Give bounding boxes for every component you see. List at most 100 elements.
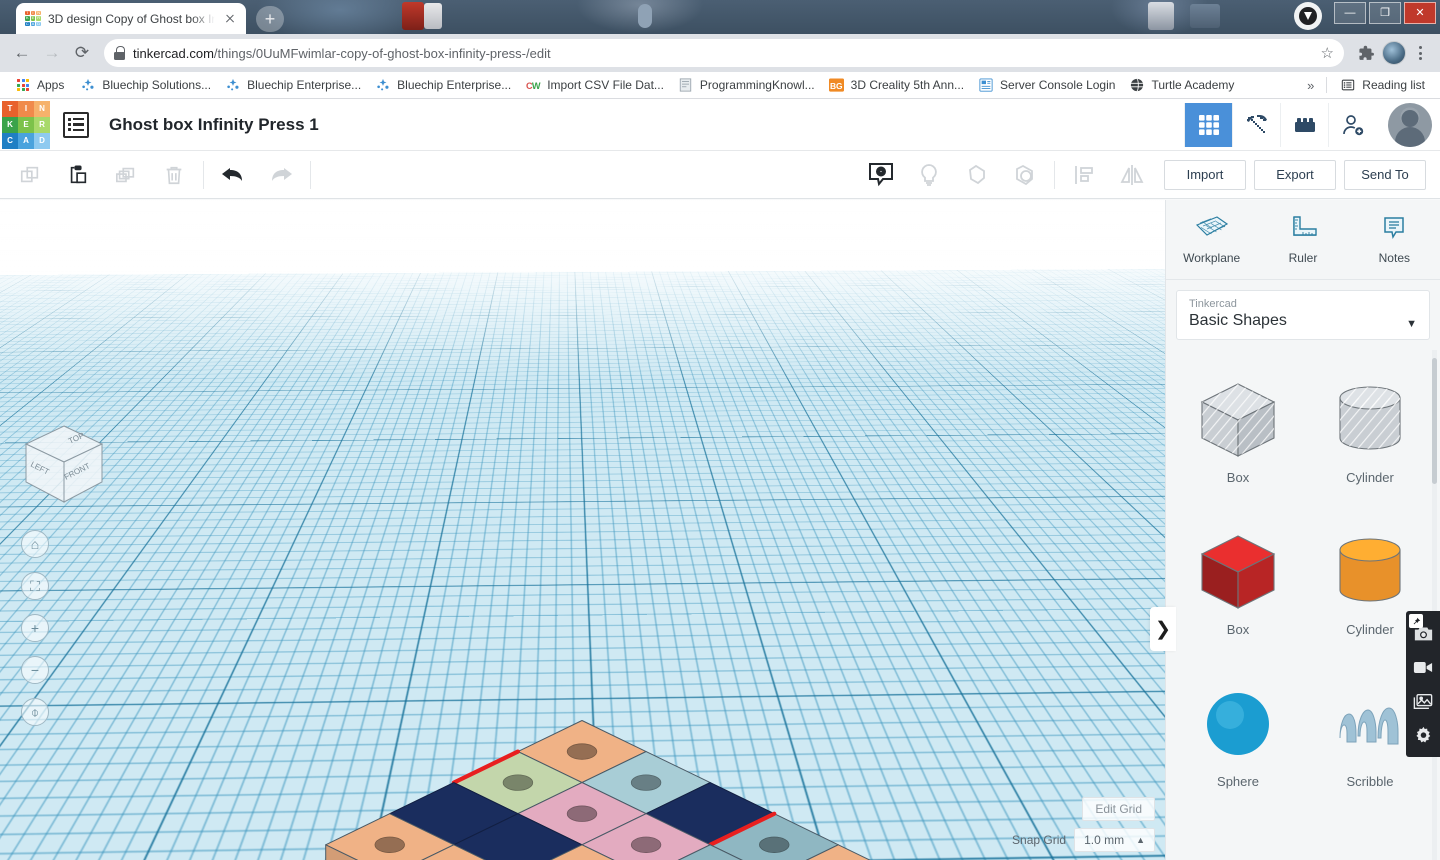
sparkle-icon — [80, 77, 96, 93]
desktop-bleed-2 — [424, 3, 442, 29]
tab-title: 3D design Copy of Ghost box Inf — [48, 11, 215, 26]
paste-icon[interactable] — [54, 155, 102, 195]
bookmark-item[interactable]: ProgrammingKnowl... — [671, 74, 822, 96]
extensions-icon[interactable] — [1352, 39, 1380, 67]
close-icon[interactable] — [222, 11, 238, 27]
bookmark-item[interactable]: Bluechip Enterprise... — [368, 74, 518, 96]
shape-label: Box — [1226, 470, 1250, 485]
bookmark-item[interactable]: C W Import CSV File Dat... — [518, 74, 671, 96]
apps-grid-icon — [15, 77, 31, 93]
3d-viewport[interactable]: TOP LEFT FRONT ⌂ ⛶ + − ⌽ + Edit Grid Snap Gr… — [0, 200, 1165, 860]
panel-collapse-button[interactable]: ❯ — [1150, 607, 1176, 651]
cube-model[interactable] — [0, 200, 1165, 860]
bookmark-item[interactable]: BG 3D Creality 5th Ann... — [822, 74, 971, 96]
undo-icon[interactable] — [209, 155, 257, 195]
user-avatar[interactable] — [1388, 102, 1432, 147]
shape-thumbnail — [1324, 524, 1416, 620]
back-icon[interactable]: ← — [8, 39, 36, 67]
toolbar-text-buttons: Import Export Send To — [1156, 159, 1440, 190]
orthographic-toggle-button[interactable]: ⌽ — [21, 698, 49, 726]
shape-item[interactable]: Sphere — [1172, 662, 1304, 814]
bg-icon: BG — [829, 77, 845, 93]
close-window-button[interactable]: ✕ — [1404, 2, 1436, 24]
edit-grid-button[interactable]: Edit Grid — [1082, 797, 1155, 821]
snap-grid-select[interactable]: 1.0 mm ▲ — [1074, 828, 1155, 852]
new-tab-button[interactable]: + — [256, 6, 284, 32]
toolbar-divider-2 — [310, 160, 311, 189]
bookmark-label: Turtle Academy — [1151, 78, 1235, 92]
grid-view-icon[interactable] — [1184, 102, 1232, 147]
pickaxe-icon[interactable] — [1232, 102, 1280, 147]
minimize-button[interactable]: — — [1334, 2, 1366, 24]
panel-tools: Workplane Ruler Notes — [1166, 200, 1440, 280]
add-person-icon[interactable] — [1328, 102, 1376, 147]
ruler-tool-label: Ruler — [1288, 250, 1318, 265]
logo-tile-c: C — [2, 132, 18, 149]
zoom-out-button[interactable]: − — [21, 656, 49, 684]
shape-item[interactable]: Box — [1172, 358, 1304, 510]
download-indicator[interactable] — [1294, 2, 1322, 30]
address-bar[interactable]: tinkercad.com/things/0UuMFwimlar-copy-of… — [104, 39, 1344, 67]
profile-avatar[interactable] — [1382, 41, 1406, 65]
bookmarks-divider — [1326, 77, 1328, 93]
bookmark-item[interactable]: Turtle Academy — [1122, 74, 1241, 96]
desktop-bleed-4 — [1148, 2, 1174, 30]
tinkercad-logo[interactable]: TINKERCAD — [2, 100, 50, 149]
home-view-button[interactable]: ⌂ — [21, 530, 49, 558]
apps-shortcut[interactable]: Apps — [8, 74, 71, 96]
mirror-icon[interactable] — [1108, 155, 1156, 195]
logo-tile-t: T — [2, 100, 18, 117]
shape-library-select[interactable]: Tinkercad Basic Shapes ▼ — [1176, 290, 1430, 340]
delete-icon[interactable] — [150, 155, 198, 195]
fit-to-view-button[interactable]: ⛶ — [21, 572, 49, 600]
duplicate-icon[interactable] — [102, 155, 150, 195]
bookmark-star-icon[interactable]: ☆ — [1321, 44, 1334, 62]
align-icon[interactable] — [1060, 155, 1108, 195]
bookmarks-overflow-icon[interactable]: » — [1301, 78, 1320, 93]
forward-icon[interactable]: → — [38, 39, 66, 67]
tab-strip: TINKERCAD 3D design Copy of Ghost box In… — [0, 0, 1440, 34]
maximize-button[interactable]: ❐ — [1369, 2, 1401, 24]
send-to-button[interactable]: Send To — [1344, 159, 1426, 190]
notes-icon — [1384, 216, 1405, 239]
bookmark-item[interactable]: Server Console Login — [971, 74, 1122, 96]
redo-icon[interactable] — [257, 155, 305, 195]
bookmark-label: Bluechip Enterprise... — [397, 78, 512, 92]
export-button[interactable]: Export — [1254, 159, 1336, 190]
camera-icon[interactable] — [1406, 614, 1440, 650]
shape-label: Cylinder — [1346, 470, 1394, 485]
viewport-nav-buttons: ⌂ ⛶ + − ⌽ — [21, 530, 49, 726]
shape-label: Cylinder — [1346, 622, 1394, 637]
shape-item[interactable]: Cylinder — [1304, 358, 1436, 510]
group-shapes-icon[interactable] — [1001, 155, 1049, 195]
bookmark-label: 3D Creality 5th Ann... — [850, 78, 965, 92]
shape-icon[interactable] — [953, 155, 1001, 195]
chrome-menu-icon[interactable] — [1408, 39, 1432, 67]
pin-icon[interactable] — [1409, 614, 1423, 628]
bookmark-item[interactable]: Bluechip Enterprise... — [218, 74, 368, 96]
image-icon[interactable] — [1406, 684, 1440, 718]
bookmark-label: Bluechip Enterprise... — [247, 78, 362, 92]
project-list-icon[interactable] — [63, 111, 89, 138]
zoom-in-button[interactable]: + — [21, 614, 49, 642]
workplane-tool[interactable]: Workplane — [1166, 200, 1257, 279]
view-cube[interactable]: TOP LEFT FRONT — [14, 418, 114, 518]
logo-tile-r: R — [34, 116, 50, 133]
shape-list: Box Cylinder Box Cylinder Sphere Scribble — [1166, 350, 1440, 860]
gear-icon[interactable] — [1406, 718, 1440, 752]
bookmark-item[interactable]: Bluechip Solutions... — [73, 74, 218, 96]
browser-tab[interactable]: TINKERCAD 3D design Copy of Ghost box In… — [16, 3, 246, 34]
copy-icon[interactable] — [6, 155, 54, 195]
light-bulb-icon[interactable] — [905, 155, 953, 195]
video-icon[interactable] — [1406, 650, 1440, 684]
shape-item[interactable]: Box — [1172, 510, 1304, 662]
ruler-tool[interactable]: Ruler — [1257, 200, 1348, 279]
reading-list-button[interactable]: Reading list — [1333, 74, 1432, 96]
window-controls: — ❐ ✕ — [1334, 2, 1436, 24]
shape-scrollbar-thumb[interactable] — [1432, 358, 1437, 484]
lego-brick-icon[interactable] — [1280, 102, 1328, 147]
import-button[interactable]: Import — [1164, 159, 1246, 190]
notes-tool[interactable]: Notes — [1349, 200, 1440, 279]
notes-callout-icon[interactable] — [857, 155, 905, 195]
reload-icon[interactable]: ⟳ — [68, 39, 96, 67]
